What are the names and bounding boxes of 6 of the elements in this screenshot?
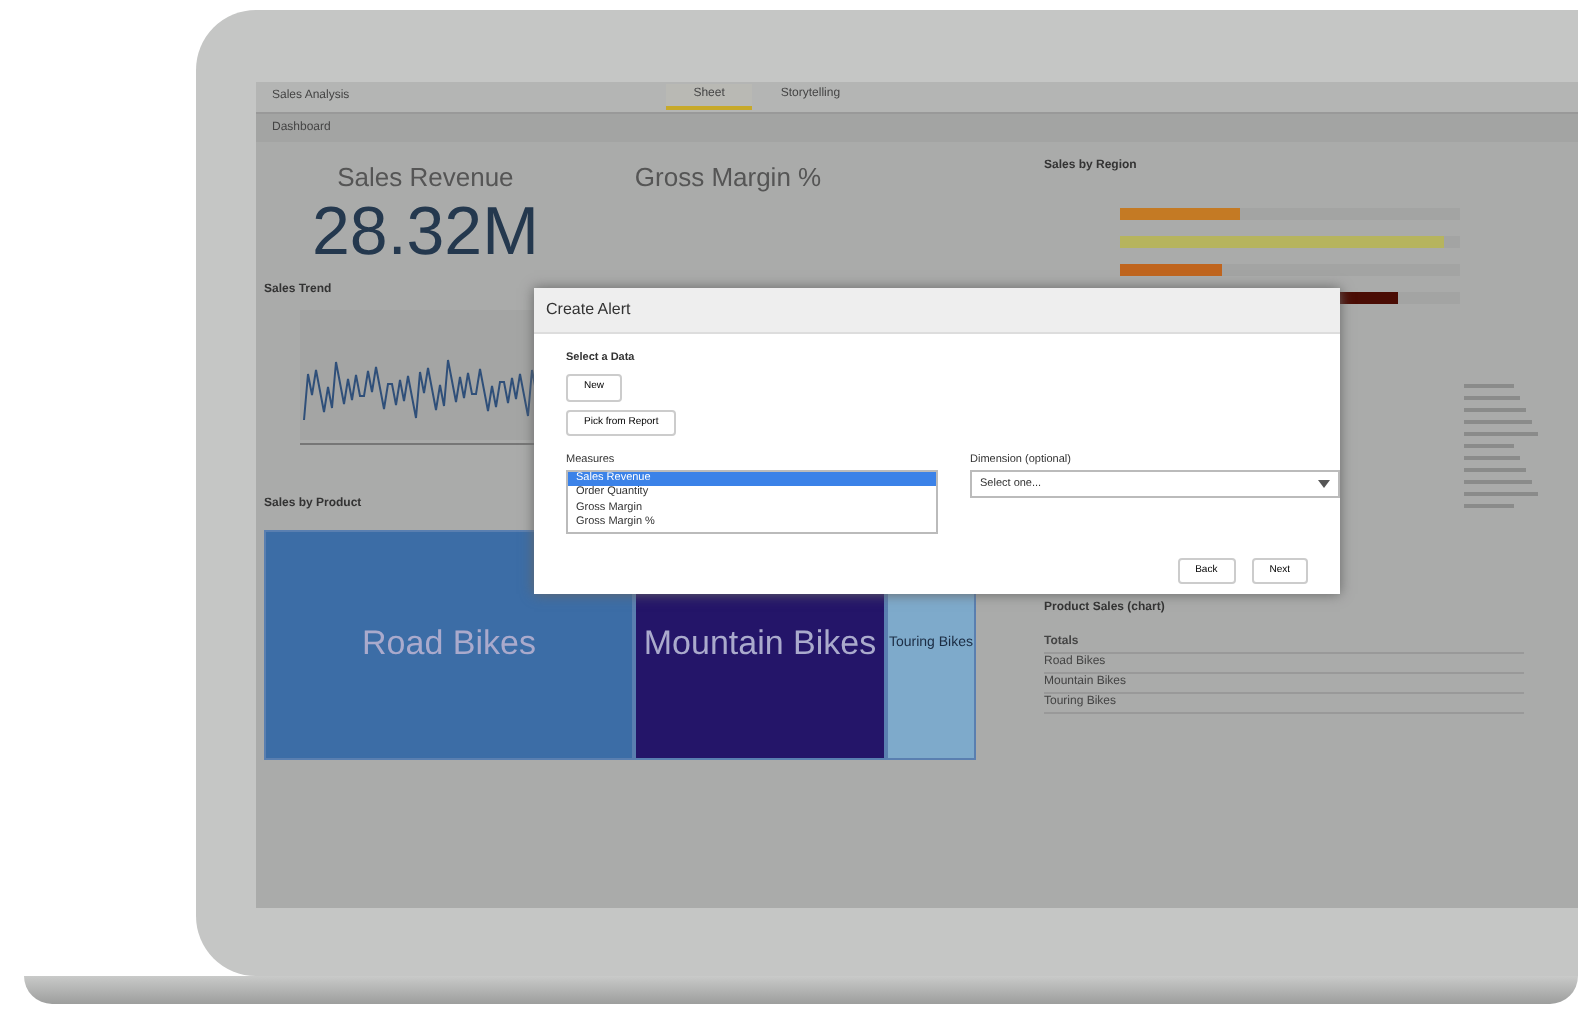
kpi-label: Sales Revenue: [335, 160, 516, 196]
treemap-tile: Road Bikes: [264, 529, 634, 759]
caret-icon: [1318, 479, 1330, 488]
dialog-title: Create Alert: [546, 298, 631, 322]
kpi-label: Gross Margin %: [634, 160, 822, 196]
kpi-value: 28.32M: [312, 197, 539, 265]
